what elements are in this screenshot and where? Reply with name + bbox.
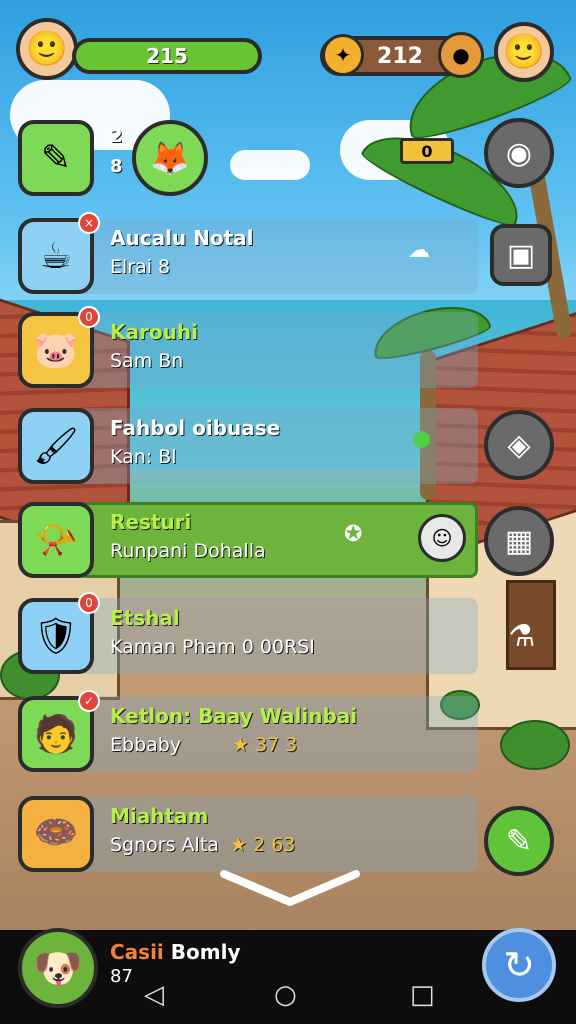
quest-subtitle: Kan: Bl — [110, 446, 177, 468]
dog-icon: 🐶 — [33, 945, 83, 992]
pencil-icon: ✎ — [505, 822, 533, 860]
quest-subtitle: Sam Bn — [110, 350, 184, 372]
cloud-map-icon: ☁ — [408, 238, 430, 263]
top-quest-row[interactable]: ✎ 2 8 🦊 — [18, 120, 478, 196]
quest-row[interactable]: 🛡 0 Etshal Kaman Pham 0 00RSI — [18, 592, 478, 674]
quest-stat: ★ 37 3 — [232, 734, 298, 756]
bottom-num: 8 — [110, 156, 123, 177]
player-name: Casii Bomly — [110, 940, 240, 964]
boy-face-icon: 🙂 — [25, 29, 69, 69]
gamepad-icon: ◉ — [505, 135, 533, 171]
quest-subtitle: Ebbaby — [110, 734, 182, 756]
recents-nav-icon[interactable]: □ — [410, 980, 435, 1010]
shield-icon: ⬢ — [412, 428, 432, 453]
quest-subtitle: Sgnors Alta — [110, 834, 219, 856]
refresh-button[interactable]: ↻ — [482, 928, 556, 1002]
horn-quest-icon: 📯 — [18, 502, 94, 578]
player-level: 87 — [110, 966, 133, 987]
chevron-down-icon[interactable] — [220, 868, 360, 908]
quest-row[interactable]: 🍩 Miahtam Sgnors Alta ★ 2 63 — [18, 796, 478, 872]
fox-quest-icon: 🦊 — [132, 120, 208, 196]
pencil-quest-icon: ✎ — [18, 120, 94, 196]
player-dog-avatar[interactable]: 🐶 — [18, 928, 98, 1008]
cookie-icon: ● — [438, 32, 484, 78]
player-avatar[interactable]: 🙂 — [16, 18, 78, 80]
quest-badge: 0 — [78, 306, 100, 328]
bun-quest-icon: 🍩 — [18, 796, 94, 872]
home-nav-icon[interactable]: ○ — [274, 980, 297, 1010]
quest-row[interactable]: ☕ × Aucalu Notal Elrai 8 ☁ — [18, 212, 478, 294]
star-icon: ✪ — [344, 522, 363, 547]
quest-badge: × — [78, 212, 100, 234]
coin-value: 212 — [377, 43, 423, 69]
quest-row[interactable]: 🧑 ✓ Ketlon: Baay Walinbai Ebbaby ★ 37 3 — [18, 690, 478, 772]
robot-button[interactable]: ◈ — [484, 410, 554, 480]
top-num: 2 — [110, 126, 123, 147]
quest-row[interactable]: 🐷 0 Karouhi Sam Bn — [18, 306, 478, 388]
quest-badge: ✓ — [78, 690, 100, 712]
quest-title: Fahbol oibuase — [110, 416, 281, 440]
friend-avatar[interactable]: 🙂 — [494, 22, 554, 82]
coin-icon: ✦ — [322, 34, 364, 76]
robot-icon: ◈ — [507, 427, 531, 463]
quest-stat: ★ 2 63 — [230, 834, 296, 856]
face-icon[interactable]: ☺ — [418, 514, 466, 562]
tool-icon[interactable]: ⚗ — [496, 606, 548, 666]
quest-title: Miahtam — [110, 804, 209, 828]
device-icon: ▣ — [506, 237, 536, 273]
xp-bar: 215 — [72, 38, 262, 74]
quest-title: Karouhi — [110, 320, 198, 344]
console-icon: ▦ — [504, 523, 534, 559]
player-first-name: Casii — [110, 940, 164, 964]
quest-row[interactable]: 🖌 Fahbol oibuase Kan: Bl ⬢ — [18, 408, 478, 484]
quest-row-selected[interactable]: 📯 Resturi Runpani Dohalla ✪ ☺ — [18, 502, 478, 578]
quest-title: Resturi — [110, 510, 192, 534]
refresh-icon: ↻ — [503, 943, 535, 987]
face-icon: 🙂 — [502, 32, 546, 72]
quest-title: Ketlon: Baay Walinbai — [110, 704, 358, 728]
gamepad-button[interactable]: ◉ — [484, 118, 554, 188]
console-button[interactable]: ▦ — [484, 506, 554, 576]
player-last-name: Bomly — [170, 940, 241, 964]
quest-title: Aucalu Notal — [110, 226, 254, 250]
quest-badge: 0 — [78, 592, 100, 614]
quest-subtitle: Runpani Dohalla — [110, 540, 266, 562]
quest-subtitle: Kaman Pham 0 00RSI — [110, 636, 315, 658]
back-nav-icon[interactable]: ◁ — [144, 980, 164, 1010]
brush-quest-icon: 🖌 — [18, 408, 94, 484]
quest-subtitle: Elrai 8 — [110, 256, 171, 278]
device-button[interactable]: ▣ — [490, 224, 552, 286]
quest-title: Etshal — [110, 606, 180, 630]
xp-value: 215 — [146, 44, 188, 68]
bush — [500, 720, 570, 770]
pencil-button[interactable]: ✎ — [484, 806, 554, 876]
